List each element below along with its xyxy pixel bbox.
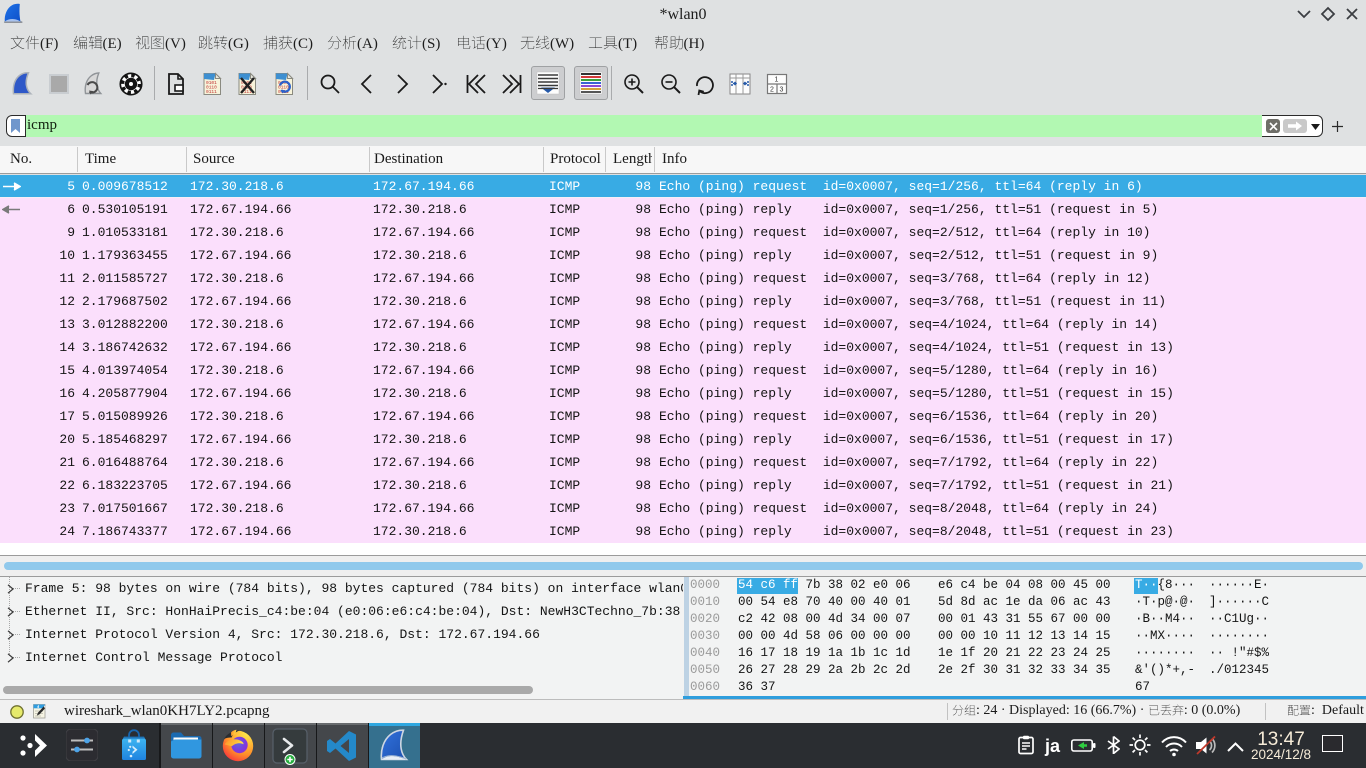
svg-text:1: 1 [775, 77, 779, 84]
svg-text:2: 2 [770, 87, 774, 94]
svg-text:0111: 0111 [206, 89, 217, 95]
svg-text:3: 3 [780, 87, 784, 94]
